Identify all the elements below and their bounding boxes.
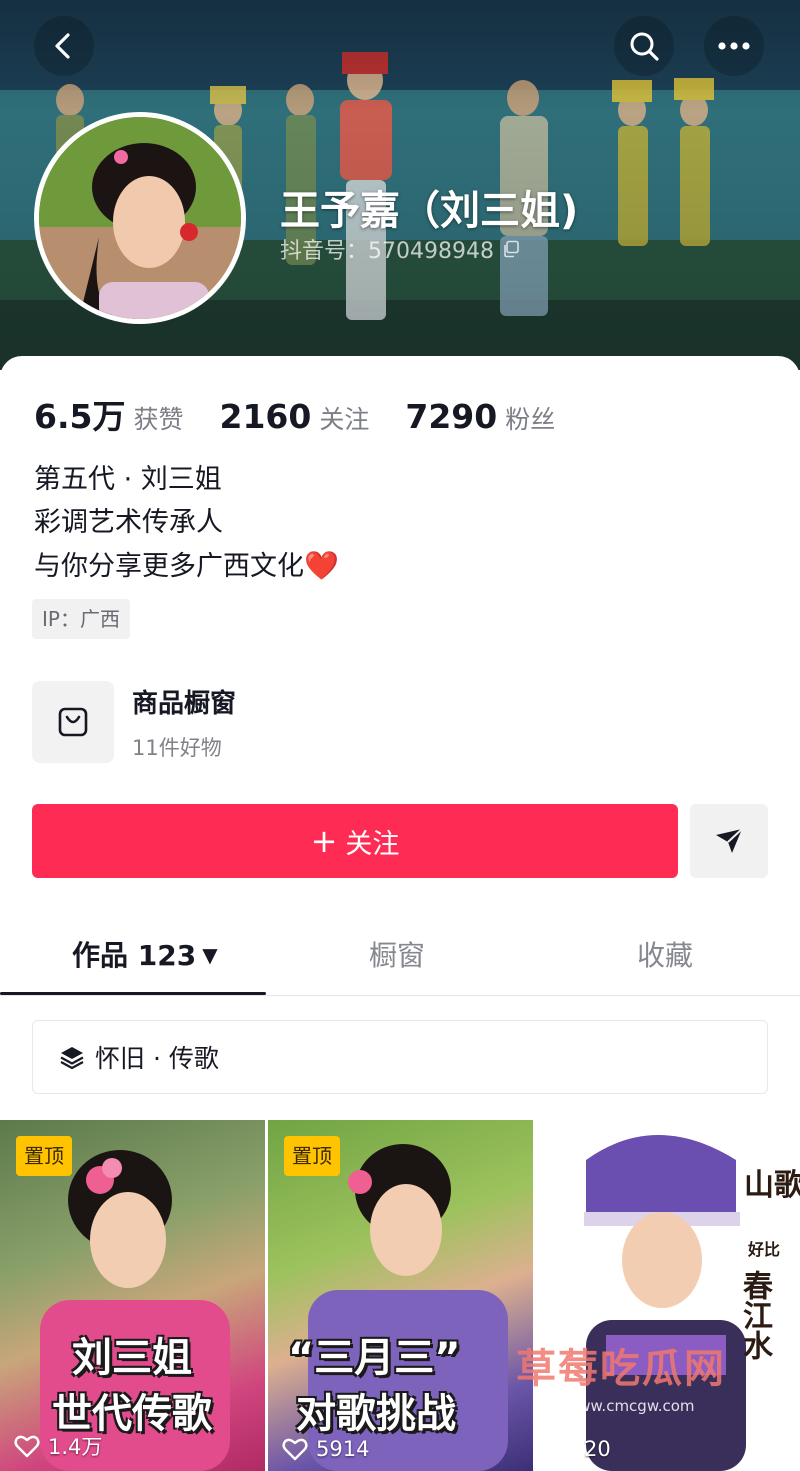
copy-icon[interactable] bbox=[502, 240, 520, 258]
profile-banner: 王予嘉（刘三姐) 抖音号：570498948 bbox=[0, 0, 800, 370]
heart-outline-icon bbox=[14, 1435, 40, 1458]
active-tab-indicator bbox=[0, 992, 266, 995]
avatar[interactable] bbox=[34, 112, 246, 324]
profile-card: 6.5万 获赞 2160 关注 7290 粉丝 第五代 · 刘三姐 彩调艺术传承… bbox=[0, 356, 800, 1471]
stat-followers-label: 粉丝 bbox=[505, 405, 556, 434]
stat-following-label: 关注 bbox=[319, 405, 370, 434]
bag-icon bbox=[58, 707, 88, 737]
heart-emoji: ❤️ bbox=[304, 549, 339, 582]
ip-location-tag: IP：广西 bbox=[32, 599, 130, 639]
tab-works-label: 作品 123 bbox=[72, 939, 197, 972]
video-2-title-line-2: 对歌挑战 bbox=[296, 1391, 456, 1437]
douyin-id[interactable]: 抖音号：570498948 bbox=[280, 233, 520, 265]
video-1-like-count: 1.4万 bbox=[48, 1435, 103, 1459]
stat-likes-label: 获赞 bbox=[133, 405, 184, 434]
heart-outline-icon bbox=[282, 1438, 308, 1461]
stat-followers[interactable]: 7290 粉丝 bbox=[405, 397, 555, 436]
bio-line-2: 彩调艺术传承人 bbox=[34, 507, 223, 538]
video-3-likes: 20 bbox=[550, 1437, 611, 1461]
follow-label: 关注 bbox=[345, 828, 400, 860]
heart-outline-icon bbox=[550, 1438, 576, 1461]
stat-likes[interactable]: 6.5万 获赞 bbox=[34, 390, 183, 438]
layers-icon bbox=[60, 1047, 84, 1070]
share-button[interactable] bbox=[690, 804, 768, 878]
stat-likes-value: 6.5万 bbox=[34, 397, 126, 436]
shop-subtitle: 11件好物 bbox=[132, 735, 222, 760]
shop-title: 商品橱窗 bbox=[132, 688, 237, 719]
display-name: 王予嘉（刘三姐) bbox=[280, 188, 579, 234]
video-2-likes: 5914 bbox=[282, 1437, 369, 1461]
stat-following-value: 2160 bbox=[219, 397, 312, 436]
profile-tabs: 作品 123 ▼ 橱窗 收藏 bbox=[0, 920, 800, 996]
search-icon bbox=[630, 32, 659, 61]
watermark-text: 草莓吃瓜网 bbox=[516, 1346, 726, 1392]
video-1-likes: 1.4万 bbox=[14, 1431, 102, 1461]
stat-following[interactable]: 2160 关注 bbox=[219, 397, 369, 436]
bio-line-3-text: 与你分享更多广西文化 bbox=[34, 551, 304, 582]
follow-button[interactable]: + 关注 bbox=[32, 804, 678, 878]
video-3-small-text: 好比 bbox=[748, 1240, 781, 1259]
bio-line-1: 第五代 · 刘三姐 bbox=[34, 464, 222, 495]
video-3-side-text-2: 春江水 bbox=[737, 1270, 772, 1360]
pinned-badge: 置顶 bbox=[16, 1136, 72, 1176]
tab-works[interactable]: 作品 123 ▼ bbox=[72, 934, 218, 974]
collection-label: 怀旧 · 传歌 bbox=[95, 1044, 219, 1073]
video-3-side-text: 山歌 bbox=[744, 1168, 800, 1203]
tab-favorites[interactable]: 收藏 bbox=[637, 934, 693, 974]
back-icon bbox=[55, 33, 70, 59]
video-grid: 置顶 刘三姐 世代传歌 1.4万 置顶 “三月三” 对歌挑战 5914 山歌 好… bbox=[0, 1120, 800, 1471]
follow-plus-icon: + bbox=[310, 822, 338, 860]
bio: 第五代 · 刘三姐 彩调艺术传承人 与你分享更多广西文化❤️ bbox=[34, 458, 339, 588]
video-3-like-count: 20 bbox=[584, 1437, 611, 1461]
watermark-url: www.cmcgw.com bbox=[566, 1397, 695, 1415]
more-icon bbox=[718, 42, 750, 50]
bio-line-3: 与你分享更多广西文化❤️ bbox=[34, 544, 339, 588]
video-thumbnail-3[interactable]: 山歌 好比 春江水 20 bbox=[536, 1120, 800, 1471]
avatar-image bbox=[39, 117, 241, 319]
caret-down-icon[interactable]: ▼ bbox=[202, 943, 217, 967]
shop-window-entry[interactable]: 商品橱窗 11件好物 bbox=[32, 680, 772, 764]
stat-followers-value: 7290 bbox=[405, 397, 498, 436]
video-thumbnail-2[interactable]: 置顶 “三月三” 对歌挑战 5914 bbox=[268, 1120, 533, 1471]
stats-row: 6.5万 获赞 2160 关注 7290 粉丝 bbox=[34, 390, 591, 438]
video-thumbnail-1[interactable]: 置顶 刘三姐 世代传歌 1.4万 bbox=[0, 1120, 265, 1471]
collection-chip[interactable]: 怀旧 · 传歌 bbox=[32, 1020, 768, 1094]
send-icon bbox=[716, 828, 743, 853]
tab-window[interactable]: 橱窗 bbox=[369, 934, 425, 974]
back-button[interactable] bbox=[34, 16, 94, 76]
douyin-id-text: 抖音号：570498948 bbox=[280, 239, 494, 264]
video-2-like-count: 5914 bbox=[316, 1437, 370, 1461]
shop-icon-box bbox=[32, 681, 114, 763]
search-button[interactable] bbox=[614, 16, 674, 76]
video-2-title-line-1: “三月三” bbox=[288, 1335, 461, 1381]
video-1-title-line-1: 刘三姐 bbox=[72, 1335, 192, 1381]
more-button[interactable] bbox=[704, 16, 764, 76]
pinned-badge: 置顶 bbox=[284, 1136, 340, 1176]
shop-text: 商品橱窗 11件好物 bbox=[132, 683, 236, 762]
